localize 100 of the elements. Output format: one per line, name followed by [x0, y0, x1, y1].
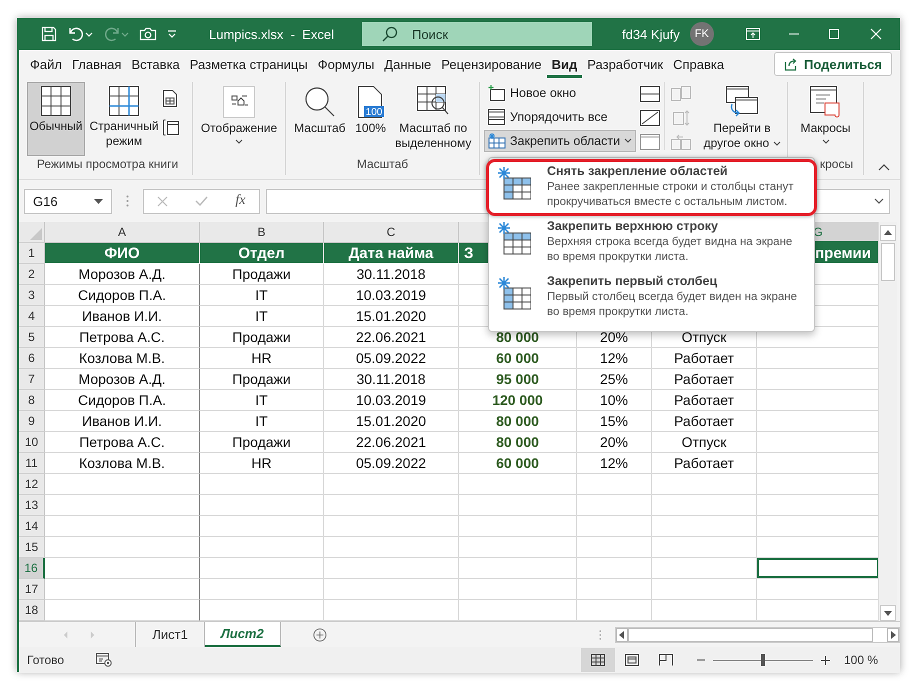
row-header[interactable]: 1 — [19, 243, 45, 264]
accessibility-icon[interactable] — [96, 653, 112, 667]
expand-icon[interactable] — [874, 198, 884, 204]
ribbon-tab[interactable]: Справка — [668, 50, 730, 78]
menu-item[interactable]: Снять закрепление областей Ранее закрепленные строки и столбцы станут прокручиваться вместе с остальным листом. — [489, 160, 814, 215]
check-icon[interactable] — [195, 196, 208, 206]
zoom-level[interactable]: 100 % — [844, 653, 878, 667]
sheet-tab[interactable]: Лист2 — [204, 622, 281, 647]
normal-view-icon[interactable] — [580, 648, 615, 672]
row-header[interactable]: 5 — [19, 327, 45, 348]
row-header[interactable]: 6 — [19, 348, 45, 369]
hide-window-icon[interactable] — [640, 110, 660, 126]
menu-item[interactable]: Закрепить первый столбец Первый столбец всегда будет виден на экране во время прокрутки листа. — [489, 270, 814, 325]
row-header[interactable]: 14 — [19, 516, 45, 537]
table-cell: Морозов А.Д. — [45, 369, 200, 390]
row-header[interactable]: 11 — [19, 453, 45, 474]
group-label: Масштаб — [356, 157, 410, 173]
show-button[interactable]: Отображение — [197, 82, 281, 156]
add-sheet-icon[interactable] — [312, 626, 327, 642]
ribbon-tab[interactable]: Разметка страницы — [184, 50, 313, 78]
close-icon[interactable] — [870, 28, 882, 40]
custom-views-icon[interactable] — [163, 119, 179, 136]
ribbon-tab[interactable]: Рецензирование — [436, 50, 547, 78]
ribbon-tab[interactable]: Формулы — [312, 50, 380, 78]
caret-icon — [772, 141, 780, 147]
row-header[interactable]: 17 — [19, 579, 45, 600]
ribbon-tab[interactable]: Файл — [25, 50, 67, 78]
macro-sheet-icon — [810, 86, 842, 118]
row-header[interactable]: 7 — [19, 369, 45, 390]
insert-function-button[interactable]: fx — [235, 193, 246, 209]
normal-view-button[interactable]: Обычный — [27, 82, 85, 156]
table-cell: Продажи — [200, 264, 324, 285]
row-header[interactable]: 3 — [19, 285, 45, 306]
table-cell: 10.03.2019 — [324, 285, 459, 306]
row-header[interactable]: 18 — [19, 600, 45, 621]
ribbon-tab[interactable]: Вставка — [126, 50, 185, 78]
page-layout-icon[interactable] — [163, 90, 177, 107]
table-cell: Продажи — [200, 327, 324, 348]
freeze-grid-icon — [497, 166, 531, 200]
row-header[interactable]: 16 — [19, 558, 45, 579]
ribbon-tab[interactable]: Данные — [379, 50, 436, 78]
selected-cell[interactable] — [757, 558, 878, 579]
scroll-thumb[interactable] — [881, 243, 895, 281]
zoom-to-selection-button[interactable]: Масштаб по выделенному — [391, 82, 475, 156]
table-cell: 60 000 — [459, 348, 577, 369]
table-cell: Сидоров П.А. — [45, 285, 200, 306]
split-icon[interactable] — [640, 86, 660, 102]
scroll-left-icon[interactable] — [616, 628, 628, 642]
page-break-view-button[interactable]: Страничный режим — [87, 82, 161, 156]
column-header[interactable]: C — [324, 222, 459, 243]
column-header[interactable]: A — [45, 222, 200, 243]
row-header[interactable]: 4 — [19, 306, 45, 327]
arrange-all-button[interactable]: Упорядочить все — [484, 106, 636, 128]
scroll-right-icon[interactable] — [887, 628, 899, 642]
collapse-ribbon-icon[interactable] — [878, 163, 890, 171]
user-name[interactable]: fd34 Kjufy — [622, 26, 680, 42]
freeze-panes-button[interactable]: Закрепить области — [484, 130, 636, 152]
horizontal-scrollbar[interactable] — [615, 626, 900, 642]
macros-button[interactable]: Макросы — [792, 82, 858, 156]
scroll-down-icon[interactable] — [880, 605, 896, 621]
table-cell: Петрова А.С. — [45, 327, 200, 348]
maximize-icon[interactable] — [828, 28, 840, 40]
search-field[interactable]: Поиск — [362, 22, 592, 46]
grip-icon[interactable] — [598, 628, 602, 640]
user-avatar[interactable]: FK — [690, 22, 714, 46]
table-cell: 80 000 — [459, 411, 577, 432]
name-box[interactable]: G16 — [24, 188, 112, 214]
zoom-button[interactable]: Масштаб — [290, 82, 350, 156]
column-header[interactable]: B — [200, 222, 324, 243]
zoom-100-button[interactable]: 100 100% — [352, 82, 390, 156]
table-cell: HR — [200, 348, 324, 369]
row-header[interactable]: 9 — [19, 411, 45, 432]
row-header[interactable]: 10 — [19, 432, 45, 453]
table-cell: IT — [200, 390, 324, 411]
unhide-window-icon[interactable] — [640, 134, 660, 150]
share-button[interactable]: Поделиться — [774, 52, 892, 76]
ribbon-display-icon[interactable] — [746, 28, 760, 40]
row-header[interactable]: 2 — [19, 264, 45, 285]
search-icon — [382, 26, 398, 42]
switch-windows-button[interactable]: Перейти в другое окно — [701, 82, 783, 156]
ribbon-tab[interactable]: Вид — [546, 50, 582, 78]
vertical-scrollbar[interactable] — [878, 222, 897, 621]
customize-caret-icon[interactable] — [167, 29, 177, 39]
row-header[interactable]: 13 — [19, 495, 45, 516]
new-window-button[interactable]: Новое окно — [484, 82, 636, 104]
table-cell: Работает — [652, 411, 757, 432]
table-cell: 10% — [577, 390, 652, 411]
scroll-up-icon[interactable] — [880, 225, 896, 241]
save-icon[interactable] — [41, 26, 57, 42]
camera-icon[interactable] — [139, 26, 157, 42]
undo-icon[interactable] — [67, 26, 93, 42]
table-cell: Отпуск — [652, 432, 757, 453]
scroll-thumb[interactable] — [628, 628, 874, 642]
ribbon-tab[interactable]: Разработчик — [582, 50, 668, 78]
ribbon-tab[interactable]: Главная — [66, 50, 126, 78]
switch-windows-icon — [726, 86, 758, 118]
row-header[interactable]: 12 — [19, 474, 45, 495]
zoom-in-icon[interactable] — [820, 656, 830, 664]
row-header[interactable]: 8 — [19, 390, 45, 411]
row-header[interactable]: 15 — [19, 537, 45, 558]
